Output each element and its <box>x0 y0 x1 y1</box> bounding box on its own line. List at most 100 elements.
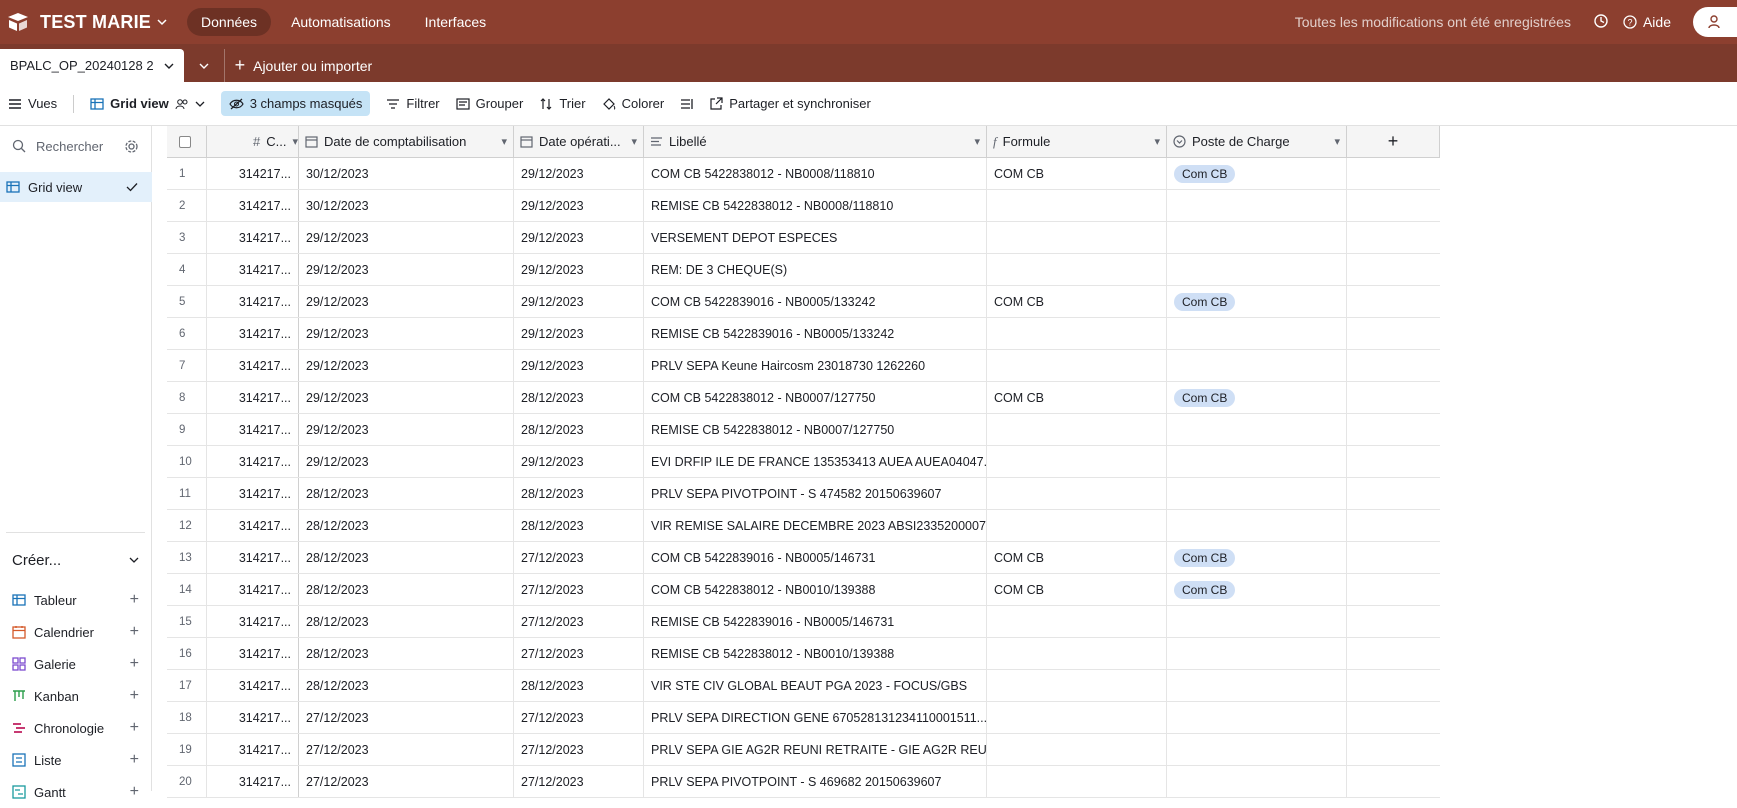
app-logo-icon[interactable] <box>4 8 32 36</box>
cell-date-compta[interactable]: 29/12/2023 <box>299 350 514 381</box>
cell-c[interactable]: 314217... <box>207 478 299 509</box>
cell-date-operation[interactable]: 27/12/2023 <box>514 542 644 573</box>
add-field-button[interactable]: + <box>1347 126 1440 157</box>
cell-libelle[interactable]: COM CB 5422838012 - NB0007/127750 <box>644 382 987 413</box>
cell-libelle[interactable]: VERSEMENT DEPOT ESPECES <box>644 222 987 253</box>
cell-c[interactable]: 314217... <box>207 286 299 317</box>
table-row[interactable]: 10 314217... 29/12/2023 29/12/2023 EVI DRFIP… <box>167 446 1440 478</box>
cell-c[interactable]: 314217... <box>207 542 299 573</box>
cell-libelle[interactable]: REMISE CB 5422838012 - NB0010/139388 <box>644 638 987 669</box>
cell-formule[interactable] <box>987 318 1167 349</box>
tables-menu-button[interactable] <box>184 49 224 82</box>
share-sync-button[interactable]: Partager et synchroniser <box>702 91 879 116</box>
table-row[interactable]: 7 314217... 29/12/2023 29/12/2023 PRLV SEPA … <box>167 350 1440 382</box>
cell-poste[interactable] <box>1167 190 1347 221</box>
nav-automations[interactable]: Automatisations <box>277 8 405 36</box>
table-row[interactable]: 14 314217... 28/12/2023 27/12/2023 COM CB 54… <box>167 574 1440 606</box>
cell-poste[interactable] <box>1167 734 1347 765</box>
cell-c[interactable]: 314217... <box>207 638 299 669</box>
cell-c[interactable]: 314217... <box>207 670 299 701</box>
table-row[interactable]: 18 314217... 27/12/2023 27/12/2023 PRLV SEPA… <box>167 702 1440 734</box>
cell-date-operation[interactable]: 27/12/2023 <box>514 702 644 733</box>
cell-libelle[interactable]: EVI DRFIP ILE DE FRANCE 135353413 AUEA A… <box>644 446 987 477</box>
table-row[interactable]: 17 314217... 28/12/2023 28/12/2023 VIR STE C… <box>167 670 1440 702</box>
cell-c[interactable]: 314217... <box>207 446 299 477</box>
table-row[interactable]: 19 314217... 27/12/2023 27/12/2023 PRLV SEPA… <box>167 734 1440 766</box>
cell-c[interactable]: 314217... <box>207 734 299 765</box>
cell-date-compta[interactable]: 29/12/2023 <box>299 318 514 349</box>
cell-libelle[interactable]: COM CB 5422838012 - NB0008/118810 <box>644 158 987 189</box>
cell-poste[interactable]: Com CB <box>1167 158 1347 189</box>
cell-formule[interactable]: COM CB <box>987 158 1167 189</box>
cell-poste[interactable]: Com CB <box>1167 382 1347 413</box>
cell-date-compta[interactable]: 29/12/2023 <box>299 254 514 285</box>
cell-date-compta[interactable]: 28/12/2023 <box>299 574 514 605</box>
cell-poste[interactable] <box>1167 254 1347 285</box>
cell-date-operation[interactable]: 28/12/2023 <box>514 670 644 701</box>
cell-formule[interactable] <box>987 734 1167 765</box>
cell-libelle[interactable]: REMISE CB 5422839016 - NB0005/146731 <box>644 606 987 637</box>
cell-date-operation[interactable]: 27/12/2023 <box>514 734 644 765</box>
sidebar-item-grid-view[interactable]: Grid view <box>0 172 152 202</box>
column-header-libelle[interactable]: Libellé ▾ <box>644 126 987 157</box>
cell-formule[interactable] <box>987 190 1167 221</box>
cell-c[interactable]: 314217... <box>207 702 299 733</box>
cell-libelle[interactable]: REM: DE 3 CHEQUE(S) <box>644 254 987 285</box>
cell-poste[interactable] <box>1167 766 1347 797</box>
cell-libelle[interactable]: VIR STE CIV GLOBAL BEAUT PGA 2023 - FOCU… <box>644 670 987 701</box>
cell-formule[interactable] <box>987 350 1167 381</box>
cell-date-compta[interactable]: 28/12/2023 <box>299 670 514 701</box>
cell-date-operation[interactable]: 29/12/2023 <box>514 318 644 349</box>
cell-poste[interactable] <box>1167 414 1347 445</box>
hidden-fields-button[interactable]: 3 champs masqués <box>220 91 371 116</box>
column-header-c[interactable]: # C... ▾ <box>207 126 299 157</box>
table-tab-active[interactable]: BPALC_OP_20240128 2 <box>0 49 184 82</box>
nav-interfaces[interactable]: Interfaces <box>411 8 500 36</box>
cell-poste[interactable] <box>1167 606 1347 637</box>
table-row[interactable]: 9 314217... 29/12/2023 28/12/2023 REMISE CB … <box>167 414 1440 446</box>
cell-libelle[interactable]: PRLV SEPA PIVOTPOINT - S 469682 20150639… <box>644 766 987 797</box>
create-list-view[interactable]: Liste + <box>12 744 139 776</box>
select-all-checkbox[interactable] <box>167 126 207 157</box>
cell-date-compta[interactable]: 28/12/2023 <box>299 606 514 637</box>
cell-date-operation[interactable]: 28/12/2023 <box>514 414 644 445</box>
cell-date-compta[interactable]: 29/12/2023 <box>299 382 514 413</box>
cell-formule[interactable] <box>987 670 1167 701</box>
column-header-date-operation[interactable]: Date opérati... ▾ <box>514 126 644 157</box>
cell-c[interactable]: 314217... <box>207 222 299 253</box>
cell-formule[interactable] <box>987 222 1167 253</box>
column-header-date-compta[interactable]: Date de comptabilisation ▾ <box>299 126 514 157</box>
cell-formule[interactable]: COM CB <box>987 574 1167 605</box>
cell-formule[interactable] <box>987 510 1167 541</box>
gear-icon[interactable] <box>124 139 139 154</box>
cell-date-compta[interactable]: 29/12/2023 <box>299 414 514 445</box>
cell-formule[interactable] <box>987 446 1167 477</box>
table-row[interactable]: 8 314217... 29/12/2023 28/12/2023 COM CB 542… <box>167 382 1440 414</box>
cell-formule[interactable] <box>987 606 1167 637</box>
cell-date-compta[interactable]: 28/12/2023 <box>299 510 514 541</box>
view-search[interactable]: Rechercher <box>0 126 151 166</box>
cell-formule[interactable] <box>987 638 1167 669</box>
cell-libelle[interactable]: PRLV SEPA GIE AG2R REUNI RETRAITE - GIE … <box>644 734 987 765</box>
cell-date-operation[interactable]: 29/12/2023 <box>514 350 644 381</box>
cell-libelle[interactable]: VIR REMISE SALAIRE DECEMBRE 2023 ABSI233… <box>644 510 987 541</box>
create-gallery-view[interactable]: Galerie + <box>12 648 139 680</box>
cell-formule[interactable] <box>987 414 1167 445</box>
history-icon[interactable] <box>1593 13 1609 32</box>
cell-date-operation[interactable]: 28/12/2023 <box>514 382 644 413</box>
cell-date-compta[interactable]: 29/12/2023 <box>299 286 514 317</box>
cell-date-compta[interactable]: 29/12/2023 <box>299 446 514 477</box>
cell-libelle[interactable]: PRLV SEPA DIRECTION GENE 670528131234110… <box>644 702 987 733</box>
table-row[interactable]: 13 314217... 28/12/2023 27/12/2023 COM CB 54… <box>167 542 1440 574</box>
cell-c[interactable]: 314217... <box>207 190 299 221</box>
cell-c[interactable]: 314217... <box>207 766 299 797</box>
group-button[interactable]: Grouper <box>448 91 532 116</box>
cell-c[interactable]: 314217... <box>207 574 299 605</box>
table-row[interactable]: 16 314217... 28/12/2023 27/12/2023 REMISE CB… <box>167 638 1440 670</box>
create-section-toggle[interactable]: Créer... <box>12 546 139 574</box>
cell-poste[interactable]: Com CB <box>1167 574 1347 605</box>
cell-c[interactable]: 314217... <box>207 414 299 445</box>
cell-date-compta[interactable]: 28/12/2023 <box>299 638 514 669</box>
cell-formule[interactable] <box>987 254 1167 285</box>
cell-c[interactable]: 314217... <box>207 350 299 381</box>
